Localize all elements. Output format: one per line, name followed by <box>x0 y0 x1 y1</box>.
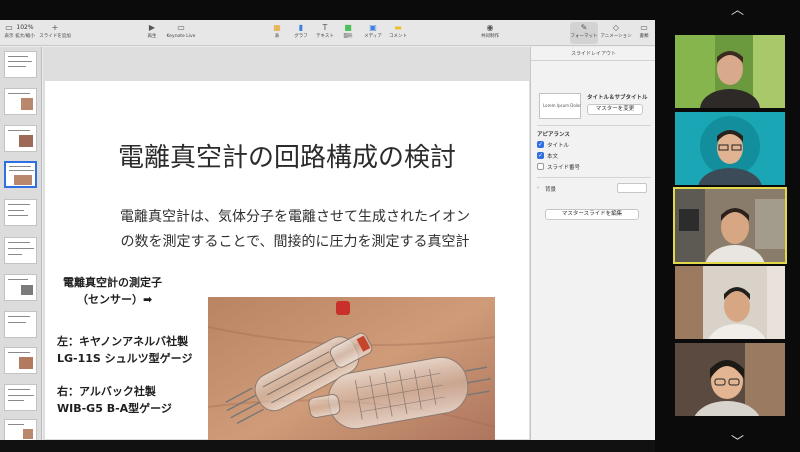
shape-icon: ■ <box>344 23 352 32</box>
keynote-live-icon: ▭ <box>177 23 185 32</box>
play-icon: ▶ <box>148 23 156 32</box>
slide-body[interactable]: 電離真空計は、気体分子を電離させて生成されたイオン の数を測定することで、間接的… <box>95 205 495 255</box>
participant-video[interactable] <box>675 35 785 108</box>
chevron-up-icon[interactable]: ︿ <box>731 4 744 17</box>
slide-thumbnail[interactable] <box>4 274 37 301</box>
caption-left-gauge[interactable]: 左：キヤノンアネルバ社製 LG-11S シュルツ型ゲージ <box>57 333 192 367</box>
slide-thumbnail[interactable] <box>4 237 37 264</box>
disclosure-chevron-icon[interactable]: › <box>537 185 539 191</box>
animate-icon: ◇ <box>612 23 620 32</box>
media-button[interactable]: ▣ メディア <box>362 22 384 44</box>
body-checkbox[interactable]: ✓ <box>537 152 544 159</box>
table-icon: ▦ <box>273 23 281 32</box>
layout-name: タイトル＆サブタイトル <box>587 95 648 101</box>
document-icon: ▭ <box>640 23 648 32</box>
caption-sensor[interactable]: 電離真空計の測定子 （センサー）➡ <box>63 274 162 308</box>
participant-video-active-speaker[interactable] <box>673 187 787 264</box>
paintbrush-icon: ✎ <box>580 23 588 32</box>
master-thumbnail[interactable]: Lorem Ipsum Dolor <box>539 93 581 119</box>
keynote-live-button[interactable]: ▭ Keynote Live <box>164 22 198 44</box>
vacuum-gauge-photo[interactable] <box>208 297 495 440</box>
slide-number-checkbox-label: スライド番号 <box>547 165 581 171</box>
plus-icon: + <box>51 23 59 32</box>
table-button[interactable]: ▦ 表 <box>270 22 284 44</box>
view-icon: ▭ <box>5 23 13 32</box>
keynote-window: ▭ 表示 102% 拡大/縮小 + スライドを追加 ▶ 再生 ▭ Keynote… <box>0 20 655 440</box>
slide-canvas[interactable]: 電離真空計の回路構成の検討 電離真空計は、気体分子を電離させて生成されたイオン … <box>43 47 530 440</box>
animate-button[interactable]: ◇ アニメーション <box>600 22 631 44</box>
add-slide-button[interactable]: + スライドを追加 <box>38 22 72 44</box>
slide-thumbnail[interactable] <box>4 384 37 411</box>
collaborate-icon: ◉ <box>486 23 494 32</box>
background-label: 背景 <box>545 187 557 193</box>
inspector-header: スライドレイアウト <box>531 47 655 61</box>
participant-video[interactable] <box>675 343 785 416</box>
format-button[interactable]: ✎ フォーマット <box>570 22 598 44</box>
format-inspector: スライドレイアウト Lorem Ipsum Dolor タイトル＆サブタイトル … <box>530 47 655 440</box>
slide-thumbnail[interactable] <box>4 199 37 226</box>
slide-thumbnail[interactable] <box>4 88 37 115</box>
chart-icon: ▮ <box>298 23 304 32</box>
slide-body-line: 電離真空計は、気体分子を電離させて生成されたイオン <box>120 209 470 225</box>
slide-body-line: の数を測定することで、間接的に圧力を測定する真空計 <box>120 234 470 250</box>
comment-icon: ▬ <box>394 23 402 32</box>
caption-right-gauge[interactable]: 右：アルバック社製 WIB-G5 B-A型ゲージ <box>57 383 172 417</box>
slide-number-checkbox[interactable] <box>537 163 544 170</box>
comment-button[interactable]: ▬ コメント <box>387 22 409 44</box>
slide-thumbnail[interactable] <box>4 419 37 440</box>
slide-thumbnail[interactable] <box>4 311 37 338</box>
collaborate-button[interactable]: ◉ 共同制作 <box>479 22 501 44</box>
slide-title[interactable]: 電離真空計の回路構成の検討 <box>45 137 529 174</box>
zoom-button[interactable]: 102% 拡大/縮小 <box>14 22 36 44</box>
divider <box>537 125 651 126</box>
participant-video[interactable] <box>675 266 785 339</box>
background-color-well[interactable] <box>617 183 647 193</box>
title-checkbox[interactable]: ✓ <box>537 141 544 148</box>
slide-thumbnail-selected[interactable] <box>4 161 37 188</box>
screen: ▭ 表示 102% 拡大/縮小 + スライドを追加 ▶ 再生 ▭ Keynote… <box>0 0 800 452</box>
text-icon: T <box>322 23 328 32</box>
document-button[interactable]: ▭ 書類 <box>636 22 652 44</box>
slide-thumbnail[interactable] <box>4 125 37 152</box>
title-checkbox-label: タイトル <box>547 143 570 149</box>
edit-master-slide-button[interactable]: マスタースライドを編集 <box>545 209 639 220</box>
body-checkbox-label: 本文 <box>547 154 559 160</box>
divider <box>537 177 651 178</box>
bottom-bar <box>0 440 655 452</box>
slide-thumbnail[interactable] <box>4 347 37 374</box>
media-icon: ▣ <box>369 23 377 32</box>
slide[interactable]: 電離真空計の回路構成の検討 電離真空計は、気体分子を電離させて生成されたイオン … <box>45 81 529 440</box>
play-button[interactable]: ▶ 再生 <box>144 22 160 44</box>
appearance-label: アピアランス <box>537 132 570 138</box>
text-button[interactable]: T テキスト <box>314 22 336 44</box>
shape-button[interactable]: ■ 図形 <box>341 22 355 44</box>
chart-button[interactable]: ▮ グラフ <box>292 22 310 44</box>
slide-thumbnail[interactable] <box>4 51 37 78</box>
slide-navigator[interactable] <box>0 47 42 440</box>
change-master-button[interactable]: マスターを変更 <box>587 104 643 115</box>
participant-video[interactable] <box>675 112 785 185</box>
toolbar: ▭ 表示 102% 拡大/縮小 + スライドを追加 ▶ 再生 ▭ Keynote… <box>0 20 655 46</box>
zoom-value: 102% <box>16 24 34 31</box>
chevron-down-icon[interactable]: ﹀ <box>731 436 744 449</box>
